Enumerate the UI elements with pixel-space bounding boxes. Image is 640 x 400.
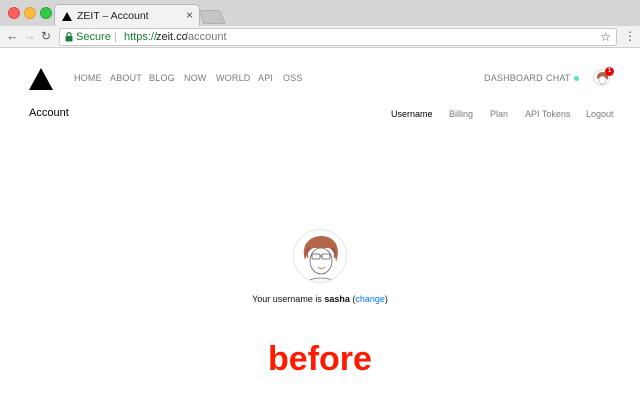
change-close-paren: ) [384,294,388,304]
profile-avatar-illustration-icon [303,236,338,282]
zoom-window-button[interactable] [40,7,52,19]
zeit-favicon-icon [62,12,72,21]
before-overlay-label: before [268,340,372,378]
username-statement: Your username is sasha (change) [0,294,640,304]
reload-icon[interactable]: ↻ [41,28,51,44]
tab-logout[interactable]: Logout [586,109,614,119]
url-separator: | [114,31,117,43]
page-title: Account [29,107,69,119]
tab-plan[interactable]: Plan [490,109,508,119]
minimize-window-button[interactable] [24,7,36,19]
chat-online-indicator [574,76,579,81]
nav-world[interactable]: WORLD [216,73,251,83]
back-arrow-icon[interactable]: ← [6,28,19,44]
nav-home[interactable]: HOME [74,73,102,83]
lock-icon [65,32,73,42]
url-path: /account [185,31,227,43]
nav-dashboard[interactable]: DASHBOARD [484,73,543,83]
close-window-button[interactable] [8,7,20,19]
tab-api-tokens[interactable]: API Tokens [525,109,570,119]
nav-chat[interactable]: CHAT [546,73,571,83]
secure-label: Secure [76,31,111,43]
url-scheme: https:// [124,31,158,43]
new-tab-button[interactable] [198,10,226,24]
username-prefix: Your username is [252,294,325,304]
browser-menu-icon[interactable]: ⋮ [624,29,636,43]
tab-title: ZEIT – Account [77,10,149,22]
tab-username[interactable]: Username [391,109,433,119]
username-value: sasha [324,294,350,304]
profile-avatar [293,229,347,283]
nav-about[interactable]: ABOUT [110,73,142,83]
nav-now[interactable]: NOW [184,73,207,83]
forward-arrow-icon[interactable]: → [23,28,36,44]
url-host: zeit.co [156,31,188,43]
change-username-link[interactable]: change [355,294,385,304]
browser-tab-active[interactable]: ZEIT – Account × [54,4,200,27]
bookmark-star-icon[interactable]: ☆ [600,29,611,45]
browser-toolbar: ← → ↻ Secure | https:// zeit.co /account… [0,26,640,48]
nav-blog[interactable]: BLOG [149,73,175,83]
tab-close-icon[interactable]: × [186,8,193,22]
nav-api[interactable]: API [258,73,273,83]
address-bar[interactable]: Secure | https:// zeit.co /account ☆ [59,28,617,46]
browser-tabstrip: ZEIT – Account × [0,0,640,27]
nav-oss[interactable]: OSS [283,73,303,83]
zeit-logo[interactable] [29,68,53,90]
notification-badge[interactable]: 1 [605,67,614,76]
tab-billing[interactable]: Billing [449,109,473,119]
